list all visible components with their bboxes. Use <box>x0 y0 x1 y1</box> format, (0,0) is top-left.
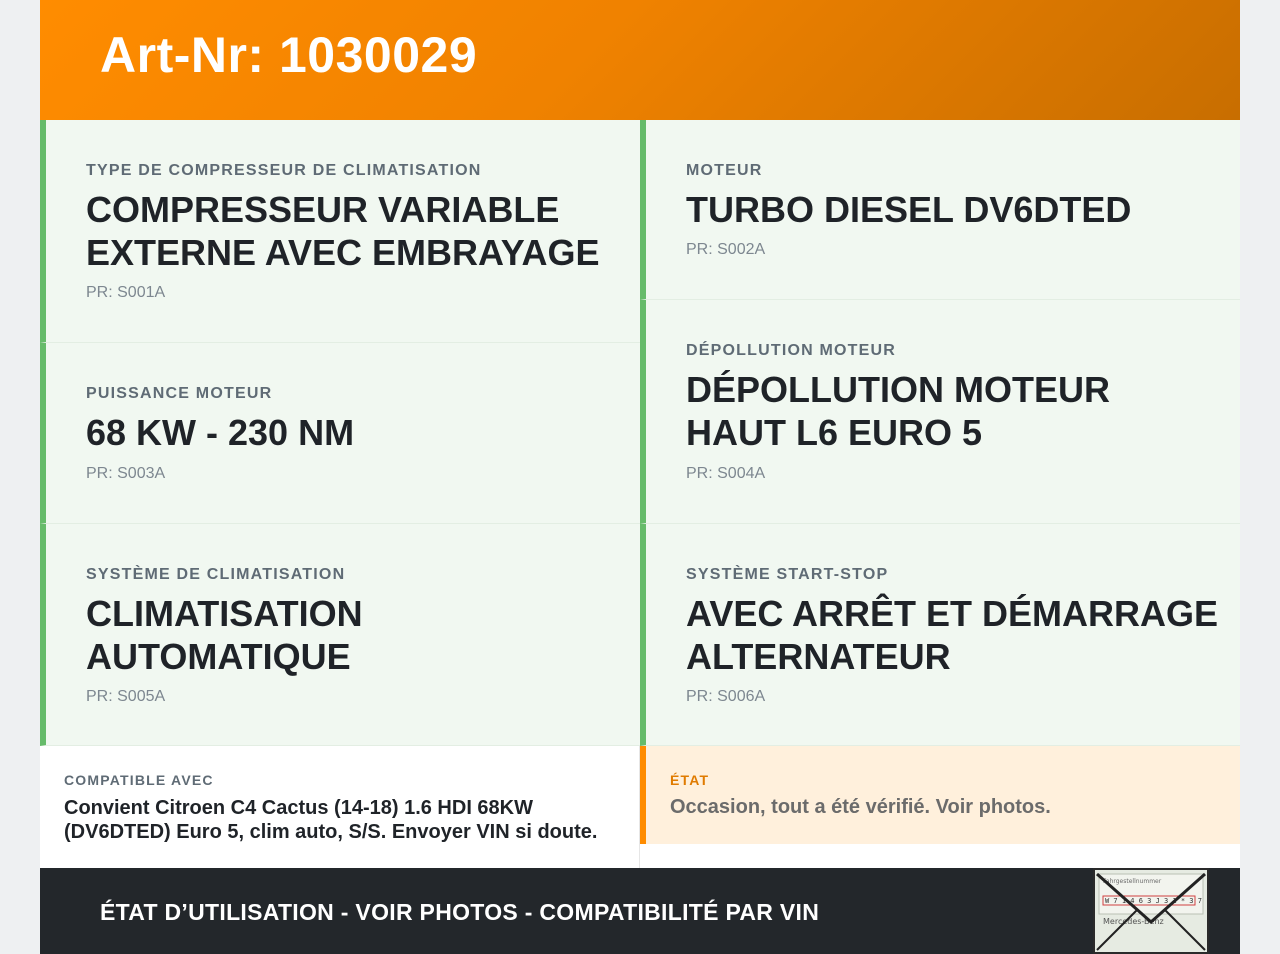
header-bar: Art-Nr: 1030029 <box>40 0 1240 120</box>
spec-engine-power: PUISSANCE MOTEUR 68 KW - 230 NM PR: S003… <box>40 343 640 524</box>
spec-compressor-type: TYPE DE COMPRESSEUR DE CLIMATISATION COM… <box>40 120 640 343</box>
condition-text: Occasion, tout a été vérifié. Voir photo… <box>670 796 1051 818</box>
spec-label: SYSTÈME START-STOP <box>686 566 889 583</box>
spec-code: PR: S001A <box>86 284 166 301</box>
spec-code: PR: S004A <box>686 465 766 482</box>
spec-code: PR: S003A <box>86 465 166 482</box>
spec-value: DÉPOLLUTION MOTEUR HAUT L6 EURO 5 <box>686 369 1110 453</box>
spec-label: PUISSANCE MOTEUR <box>86 385 273 402</box>
spec-value: 68 KW - 230 NM <box>86 412 355 453</box>
spec-label: TYPE DE COMPRESSEUR DE CLIMATISATION <box>86 162 482 179</box>
footer-text: ÉTAT D’UTILISATION - VOIR PHOTOS - COMPA… <box>100 899 820 925</box>
product-card: Art-Nr: 1030029 TYPE DE COMPRESSEUR DE C… <box>40 0 1240 954</box>
spec-value: TURBO DIESEL DV6DTED <box>686 189 1132 230</box>
compatibility-text: Convient Citroen C4 Cactus (14-18) 1.6 H… <box>64 797 598 843</box>
spec-label: DÉPOLLUTION MOTEUR <box>686 342 897 359</box>
spec-start-stop: SYSTÈME START-STOP AVEC ARRÊT ET DÉMARRA… <box>640 524 1240 746</box>
article-number-title: Art-Nr: 1030029 <box>100 27 478 83</box>
spec-code: PR: S006A <box>686 688 766 705</box>
spec-value: CLIMATISATION AUTOMATIQUE <box>86 593 363 677</box>
compatibility-section: COMPATIBLE AVEC Convient Citroen C4 Cact… <box>40 746 640 868</box>
spec-label: SYSTÈME DE CLIMATISATION <box>86 566 346 583</box>
spec-value: AVEC ARRÊT ET DÉMARRAGE ALTERNATEUR <box>686 593 1219 677</box>
vin-plate-image: Fahrgestellnummer W 7 1 4 6 3 J 3 1 * 3 … <box>1095 870 1207 952</box>
spec-engine: MOTEUR TURBO DIESEL DV6DTED PR: S002A <box>640 120 1240 300</box>
footer-bar: ÉTAT D’UTILISATION - VOIR PHOTOS - COMPA… <box>40 868 1240 954</box>
spec-emission-control: DÉPOLLUTION MOTEUR DÉPOLLUTION MOTEUR HA… <box>640 300 1240 524</box>
compatibility-label: COMPATIBLE AVEC <box>64 772 214 788</box>
spec-code: PR: S002A <box>686 241 766 258</box>
vin-photo-thumbnail[interactable]: Fahrgestellnummer W 7 1 4 6 3 J 3 1 * 3 … <box>1093 868 1209 954</box>
spec-value: COMPRESSEUR VARIABLE EXTERNE AVEC EMBRAY… <box>86 189 600 273</box>
svg-text:W 7 1 4 6 3 J 3 1 * 3 7: W 7 1 4 6 3 J 3 1 * 3 7 <box>1105 897 1202 905</box>
spec-code: PR: S005A <box>86 688 166 705</box>
spec-climate-system: SYSTÈME DE CLIMATISATION CLIMATISATION A… <box>40 524 640 746</box>
spec-label: MOTEUR <box>686 162 763 179</box>
svg-text:Fahrgestellnummer: Fahrgestellnummer <box>1103 878 1162 885</box>
condition-label: ÉTAT <box>670 772 710 788</box>
condition-section: ÉTAT Occasion, tout a été vérifié. Voir … <box>640 746 1240 844</box>
